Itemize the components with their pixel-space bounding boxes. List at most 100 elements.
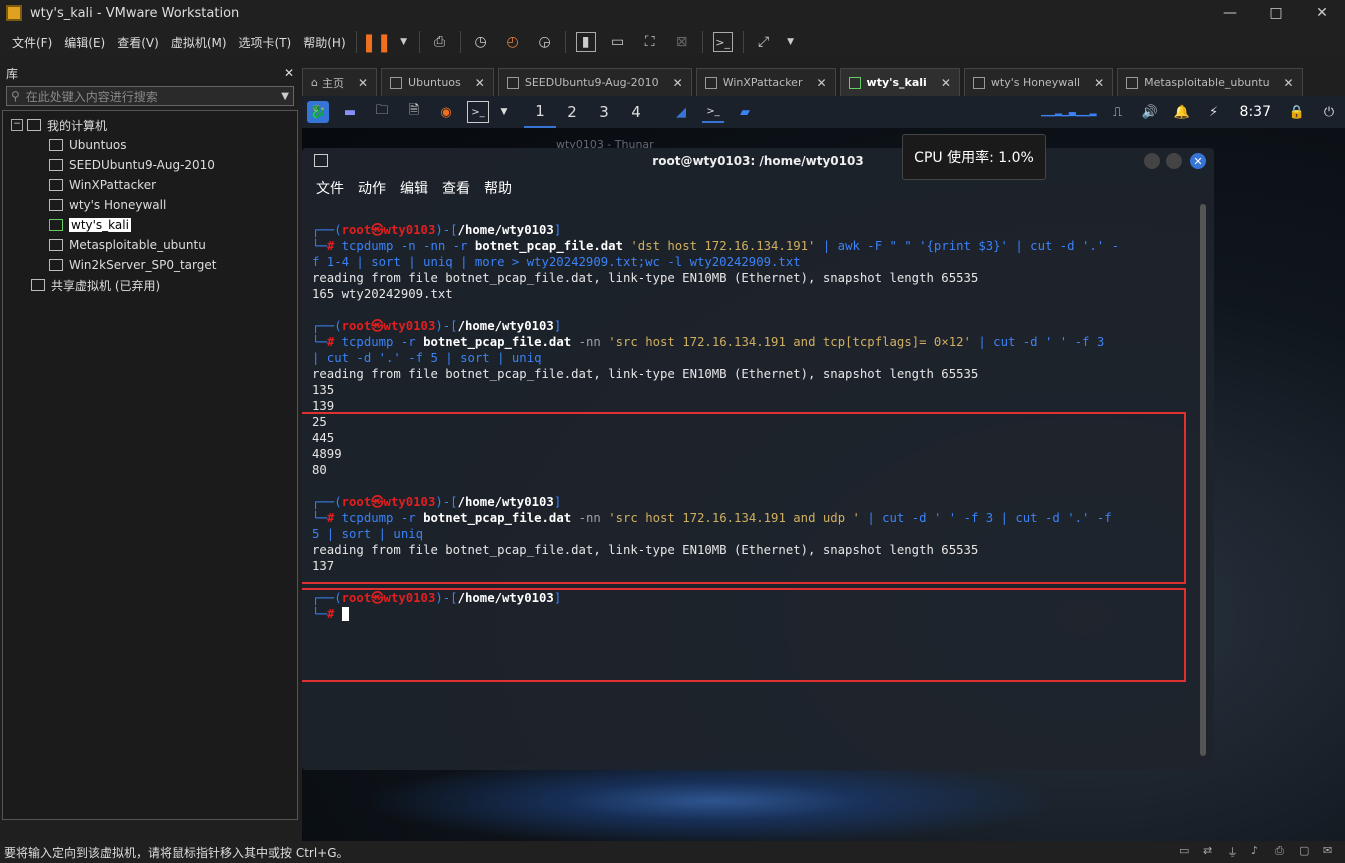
close-icon[interactable]: ✕	[941, 76, 951, 90]
kali-app-icon[interactable]: ◢	[670, 101, 692, 123]
tree-root[interactable]: − 我的计算机	[3, 115, 297, 135]
close-icon[interactable]: ✕	[1094, 76, 1104, 90]
vm-icon	[49, 259, 63, 271]
printer-icon[interactable]: ⎙	[1275, 844, 1291, 860]
tab-winxpattacker[interactable]: WinXPattacker ✕	[695, 68, 836, 96]
workspace-1[interactable]: 1	[524, 96, 556, 128]
console-icon[interactable]: >_	[712, 32, 733, 52]
tree-vm-item[interactable]: Win2kServer_SP0_target	[3, 255, 297, 275]
text-editor-icon[interactable]: 🗎	[403, 101, 425, 123]
terminal-icon[interactable]: >_	[467, 101, 489, 123]
tab-label: WinXPattacker	[722, 76, 803, 89]
vm-tree: − 我的计算机 Ubuntuos SEEDUbuntu9-Aug-2010 Wi…	[2, 110, 298, 820]
minimize-icon[interactable]: —	[1207, 0, 1253, 26]
menu-help[interactable]: 帮助(H)	[297, 34, 351, 51]
tree-vm-item-selected[interactable]: wty's_kali	[3, 215, 297, 235]
chevron-down-icon[interactable]: ▼	[399, 32, 409, 52]
terminal-menu-help[interactable]: 帮助	[484, 178, 512, 198]
chevron-down-icon[interactable]: ▼	[499, 101, 509, 123]
lock-icon[interactable]: 🔒	[1286, 101, 1308, 123]
tab-ubuntuos[interactable]: Ubuntuos ✕	[381, 68, 494, 96]
snapshot-icon[interactable]: ◷	[471, 32, 491, 52]
close-icon[interactable]: ✕	[673, 76, 683, 90]
sidebar-view-icon[interactable]: ▮	[575, 32, 596, 52]
terminal-icon[interactable]: >_	[702, 101, 724, 123]
network-icon[interactable]: ⎍	[1107, 101, 1129, 123]
chevron-down-icon[interactable]: ▼	[786, 32, 796, 52]
volume-icon[interactable]: 🔊	[1139, 101, 1161, 123]
notification-bell-icon[interactable]: 🔔	[1171, 101, 1193, 123]
tab-seedubuntu[interactable]: SEEDUbuntu9-Aug-2010 ✕	[497, 68, 692, 96]
workspace-2[interactable]: 2	[556, 103, 588, 121]
tab-label: Metasploitable_ubuntu	[1144, 76, 1270, 89]
desktop-icon[interactable]: ▬	[339, 101, 361, 123]
panel-clock[interactable]: 8:37	[1240, 104, 1271, 120]
tree-vm-item[interactable]: WinXPattacker	[3, 175, 297, 195]
power-manager-icon[interactable]: ⚡	[1203, 101, 1225, 123]
minimize-icon[interactable]	[1144, 153, 1160, 169]
close-icon[interactable]: ✕	[1299, 0, 1345, 26]
workspace-4[interactable]: 4	[620, 103, 652, 121]
library-search-input[interactable]: ⚲ 在此处键入内容进行搜索 ▼	[6, 86, 294, 106]
hard-disk-icon[interactable]: ▭	[1179, 844, 1195, 860]
tree-vm-item[interactable]: SEEDUbuntu9-Aug-2010	[3, 155, 297, 175]
unity-icon[interactable]: ⊠	[672, 32, 692, 52]
library-header: 库 ✕	[0, 62, 300, 84]
file-manager-icon[interactable]: 🗀	[371, 101, 393, 123]
message-icon[interactable]: ✉	[1323, 844, 1339, 860]
vm-icon	[506, 76, 519, 89]
firefox-icon[interactable]: ◉	[435, 101, 457, 123]
terminal-menu-edit[interactable]: 编辑	[400, 178, 428, 198]
terminal-window[interactable]: root@wty0103: /home/wty0103 ✕ 文件 动作 编辑 查…	[302, 148, 1214, 770]
stretch-icon[interactable]: ⤢	[754, 32, 774, 52]
tab-metasploitable[interactable]: Metasploitable_ubuntu ✕	[1117, 68, 1303, 96]
toolbar-separator	[418, 31, 420, 53]
folder-icon[interactable]: ▰	[734, 101, 756, 123]
cmd-file: botnet_pcap_file.dat	[474, 239, 623, 253]
tab-home[interactable]: ⌂ 主页 ✕	[302, 68, 378, 96]
maximize-icon[interactable]	[1166, 153, 1182, 169]
chevron-down-icon[interactable]: ▼	[281, 91, 289, 102]
terminal-menu-view[interactable]: 查看	[442, 178, 470, 198]
menu-edit[interactable]: 编辑(E)	[58, 34, 111, 51]
tree-vm-item[interactable]: Metasploitable_ubuntu	[3, 235, 297, 255]
tree-vm-item[interactable]: Ubuntuos	[3, 135, 297, 155]
maximize-icon[interactable]: □	[1253, 0, 1299, 26]
close-icon[interactable]: ✕	[284, 66, 294, 80]
tree-vm-item[interactable]: wty's Honeywall	[3, 195, 297, 215]
console-view-icon[interactable]: ▭	[608, 32, 628, 52]
send-keys-icon[interactable]: ⎙	[430, 32, 450, 52]
close-icon[interactable]: ✕	[1284, 76, 1294, 90]
guest-display[interactable]: 🐉 ▬ 🗀 🗎 ◉ >_ ▼ 1 2 3 4 ◢ >_ ▰ ▁▁▂▁▃▁▁▂ ⎍…	[302, 96, 1345, 841]
tree-shared[interactable]: 共享虚拟机 (已弃用)	[3, 275, 297, 295]
collapse-icon[interactable]: −	[11, 119, 23, 131]
menu-vm[interactable]: 虚拟机(M)	[165, 34, 233, 51]
sound-icon[interactable]: ♪	[1251, 844, 1267, 860]
logout-icon[interactable]: ⏻	[1318, 101, 1340, 123]
snapshot-manager-icon[interactable]: ◶	[535, 32, 555, 52]
menu-tabs[interactable]: 选项卡(T)	[233, 34, 298, 51]
close-icon[interactable]: ✕	[475, 76, 485, 90]
close-icon[interactable]: ✕	[816, 76, 826, 90]
display-icon[interactable]: ▢	[1299, 844, 1315, 860]
tab-honeywall[interactable]: wty's Honeywall ✕	[963, 68, 1114, 96]
terminal-menu-action[interactable]: 动作	[358, 178, 386, 198]
pause-icon[interactable]: ❚❚	[362, 32, 392, 53]
tree-root-label: 我的计算机	[47, 118, 108, 133]
terminal-scrollbar[interactable]	[1200, 204, 1206, 756]
usb-icon[interactable]: ⏚	[1227, 844, 1243, 860]
kali-menu-icon[interactable]: 🐉	[307, 101, 329, 123]
terminal-menubar: 文件 动作 编辑 查看 帮助	[302, 174, 1214, 202]
cpu-graph-icon[interactable]: ▁▁▂▁▃▁▁▂	[957, 101, 1096, 123]
close-icon[interactable]: ✕	[358, 76, 368, 90]
terminal-menu-file[interactable]: 文件	[316, 178, 344, 198]
fullscreen-icon[interactable]: ⛶	[640, 32, 660, 52]
tab-wtys-kali[interactable]: wty's_kali ✕	[839, 68, 960, 96]
menu-view[interactable]: 查看(V)	[111, 34, 165, 51]
network-adapter-icon[interactable]: ⇄	[1203, 844, 1219, 860]
close-icon[interactable]: ✕	[1190, 153, 1206, 169]
workspace-3[interactable]: 3	[588, 103, 620, 121]
menu-file[interactable]: 文件(F)	[6, 34, 58, 51]
revert-snapshot-icon[interactable]: ◴	[503, 32, 523, 52]
vm-icon	[704, 76, 717, 89]
